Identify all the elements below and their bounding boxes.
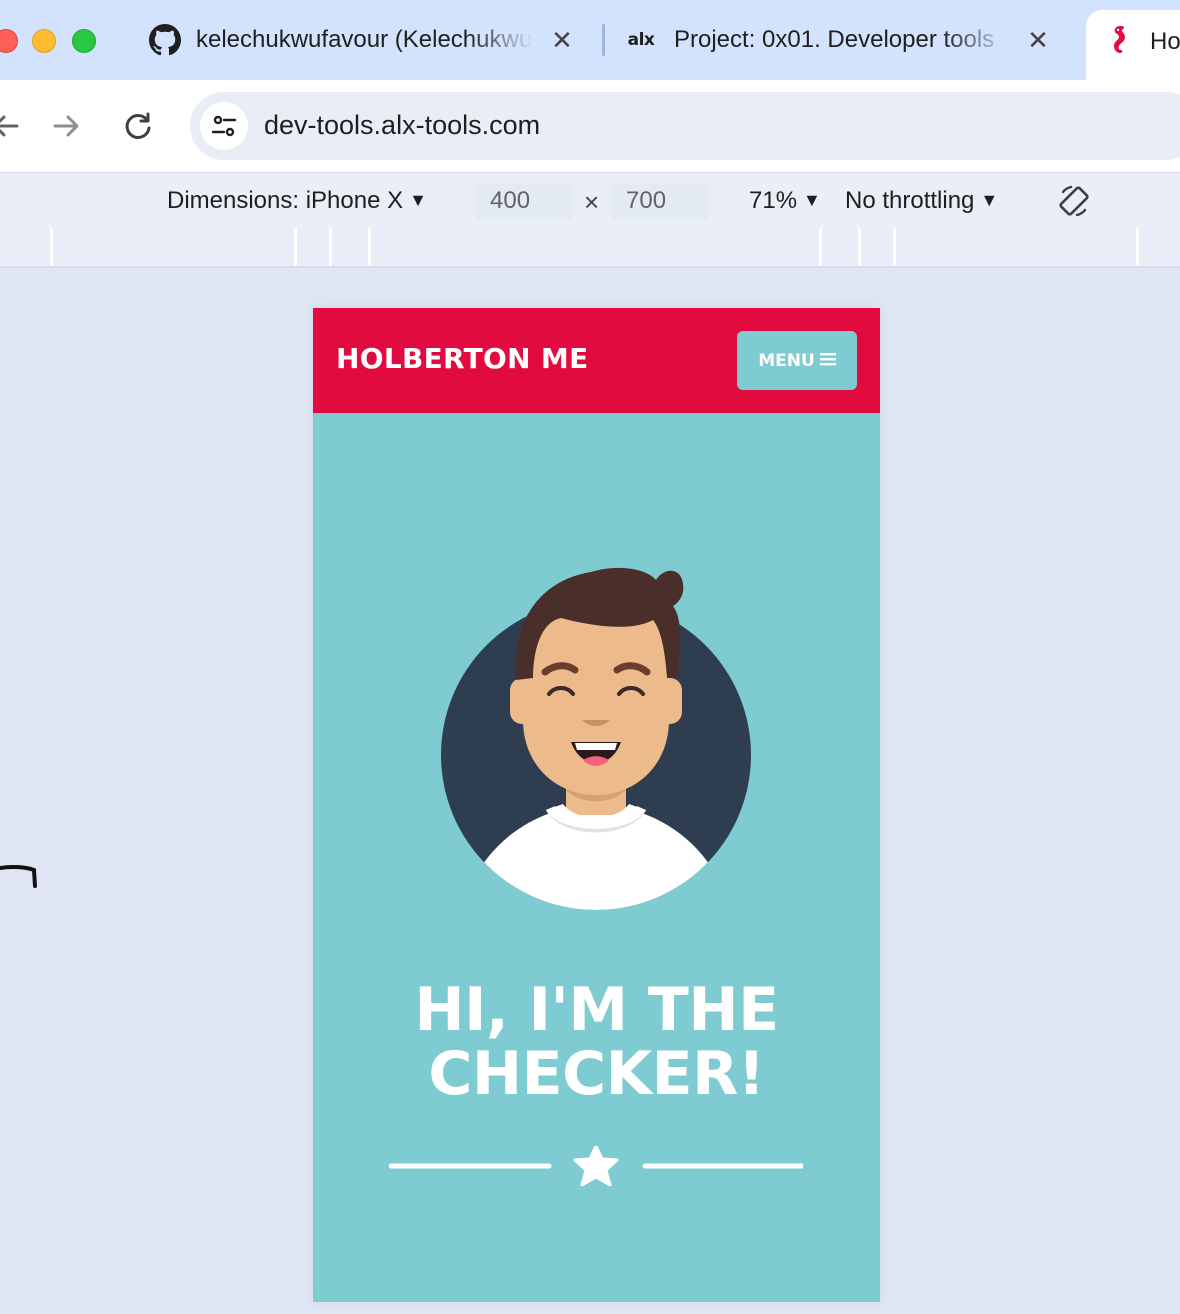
tab-github[interactable]: kelechukwufavour (Kelechukwu ✕ (148, 10, 576, 70)
menu-label: MENU (758, 350, 815, 371)
tab-title: Ho (1150, 28, 1180, 55)
height-input[interactable]: 700 (612, 183, 708, 219)
browser-toolbar: dev-tools.alx-tools.com (0, 80, 1180, 172)
tab-strip: kelechukwufavour (Kelechukwu ✕ alx Proje… (0, 0, 1180, 80)
breakpoint-marker (1136, 228, 1139, 266)
breakpoint-marker (819, 228, 822, 266)
site-header: HOLBERTON ME MENU (313, 308, 880, 413)
window-minimize-button[interactable] (32, 29, 56, 53)
caret-down-icon: ▼ (803, 190, 821, 210)
window-close-button[interactable] (0, 29, 18, 53)
github-icon (148, 23, 182, 57)
breakpoint-marker (368, 228, 371, 266)
site-info-button[interactable] (200, 102, 248, 150)
tab-title: Project: 0x01. Developer tools (674, 26, 995, 53)
tab-alx-project[interactable]: alx Project: 0x01. Developer tools ✕ (624, 10, 1052, 70)
dimensions-dropdown[interactable]: Dimensions: iPhone X ▼ (167, 187, 427, 215)
throttling-dropdown[interactable]: No throttling ▼ (845, 187, 998, 215)
zoom-dropdown[interactable]: 71% ▼ (749, 187, 821, 215)
url-text[interactable]: dev-tools.alx-tools.com (264, 110, 540, 141)
back-button[interactable] (0, 102, 30, 150)
arrow-right-icon (53, 115, 79, 137)
tab-separator (602, 24, 605, 56)
breakpoint-marker (858, 228, 861, 266)
hamburger-icon (819, 351, 836, 371)
reload-icon (125, 112, 151, 139)
star-divider (389, 1146, 803, 1186)
caret-down-icon: ▼ (980, 190, 999, 210)
breakpoint-marker (50, 228, 53, 266)
width-input[interactable]: 400 (476, 183, 572, 219)
menu-button[interactable]: MENU (737, 331, 857, 390)
tab-title: kelechukwufavour (Kelechukwu (196, 26, 533, 53)
forward-button[interactable] (42, 102, 90, 150)
alx-logo: alx (627, 30, 655, 50)
breakpoint-marker (294, 228, 297, 266)
avatar-illustration (441, 567, 751, 910)
reload-button[interactable] (114, 102, 162, 150)
times-icon: × (584, 187, 600, 217)
breakpoint-marker (329, 228, 332, 266)
site-brand[interactable]: HOLBERTON ME (336, 342, 589, 375)
pen-mark (0, 864, 37, 888)
star-icon (573, 1146, 619, 1186)
close-icon[interactable]: ✕ (1024, 25, 1052, 56)
address-bar[interactable]: dev-tools.alx-tools.com (190, 92, 1180, 160)
caret-down-icon: ▼ (409, 190, 427, 210)
breakpoint-marker (893, 228, 896, 266)
rotate-icon[interactable] (1052, 179, 1096, 223)
window-maximize-button[interactable] (72, 29, 96, 53)
hero-headline: HI, I'M THE CHECKER! (414, 975, 779, 1109)
device-toolbar: Dimensions: iPhone X ▼ 400 × 700 71% ▼ No … (0, 172, 1180, 229)
device-viewport: HOLBERTON ME MENU HI, I'M THE CHECKER! (313, 308, 880, 1302)
close-icon[interactable]: ✕ (548, 25, 576, 56)
tab-active[interactable]: Ho (1086, 10, 1180, 80)
tune-icon (211, 115, 237, 137)
media-query-bar[interactable] (0, 228, 1180, 268)
arrow-left-icon (0, 115, 19, 137)
seahorse-icon (1106, 24, 1130, 63)
